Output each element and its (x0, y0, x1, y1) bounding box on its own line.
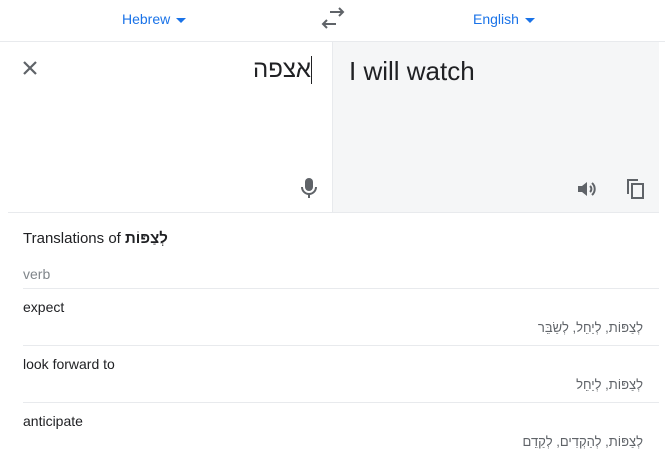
voice-input-button[interactable] (298, 176, 320, 200)
list-item[interactable]: anticipate לְצַפּוֹת, לְהַקְדִים, לְקַדֵ… (23, 402, 659, 459)
translation-panes: אצפה I will watch (8, 42, 659, 213)
target-language-label: English (473, 11, 519, 27)
entry-reverse-translations: לְצַפּוֹת, לְיַחֵל (576, 377, 643, 392)
source-language-label: Hebrew (122, 11, 171, 27)
source-language-selector[interactable]: Hebrew (122, 9, 187, 29)
entry-word: expect (23, 299, 65, 315)
target-pane: I will watch (333, 42, 659, 212)
entry-word: look forward to (23, 356, 115, 372)
dictionary-headword: לְצַפּוֹת (125, 230, 168, 247)
close-icon (23, 61, 37, 75)
part-of-speech: verb (23, 266, 51, 282)
clear-source-button[interactable] (20, 58, 40, 78)
list-item[interactable]: expect לְצַפּוֹת, לְיַחֵל, לְשַׂבֵּר (23, 288, 659, 345)
source-text: אצפה (253, 56, 311, 83)
swap-languages-button[interactable] (320, 6, 346, 30)
dictionary-title: Translations of לְצַפּוֹת (23, 230, 168, 247)
microphone-icon (301, 178, 317, 198)
speaker-icon (578, 182, 596, 196)
copy-icon (627, 179, 644, 199)
list-item[interactable]: look forward to לְצַפּוֹת, לְיַחֵל (23, 345, 659, 402)
source-text-input[interactable]: אצפה (253, 56, 312, 84)
source-pane[interactable]: אצפה (8, 42, 333, 212)
language-bar: Hebrew English (0, 0, 665, 42)
text-cursor (311, 56, 312, 84)
swap-icon (321, 7, 345, 29)
listen-button[interactable] (575, 177, 599, 201)
chevron-down-icon (176, 17, 187, 23)
chevron-down-icon (524, 17, 535, 23)
translated-text: I will watch (349, 56, 475, 86)
entry-reverse-translations: לְצַפּוֹת, לְיַחֵל, לְשַׂבֵּר (537, 320, 643, 335)
entry-word: anticipate (23, 413, 83, 429)
target-language-selector[interactable]: English (473, 9, 535, 29)
copy-translation-button[interactable] (623, 177, 647, 201)
dictionary-title-prefix: Translations of (23, 230, 121, 247)
